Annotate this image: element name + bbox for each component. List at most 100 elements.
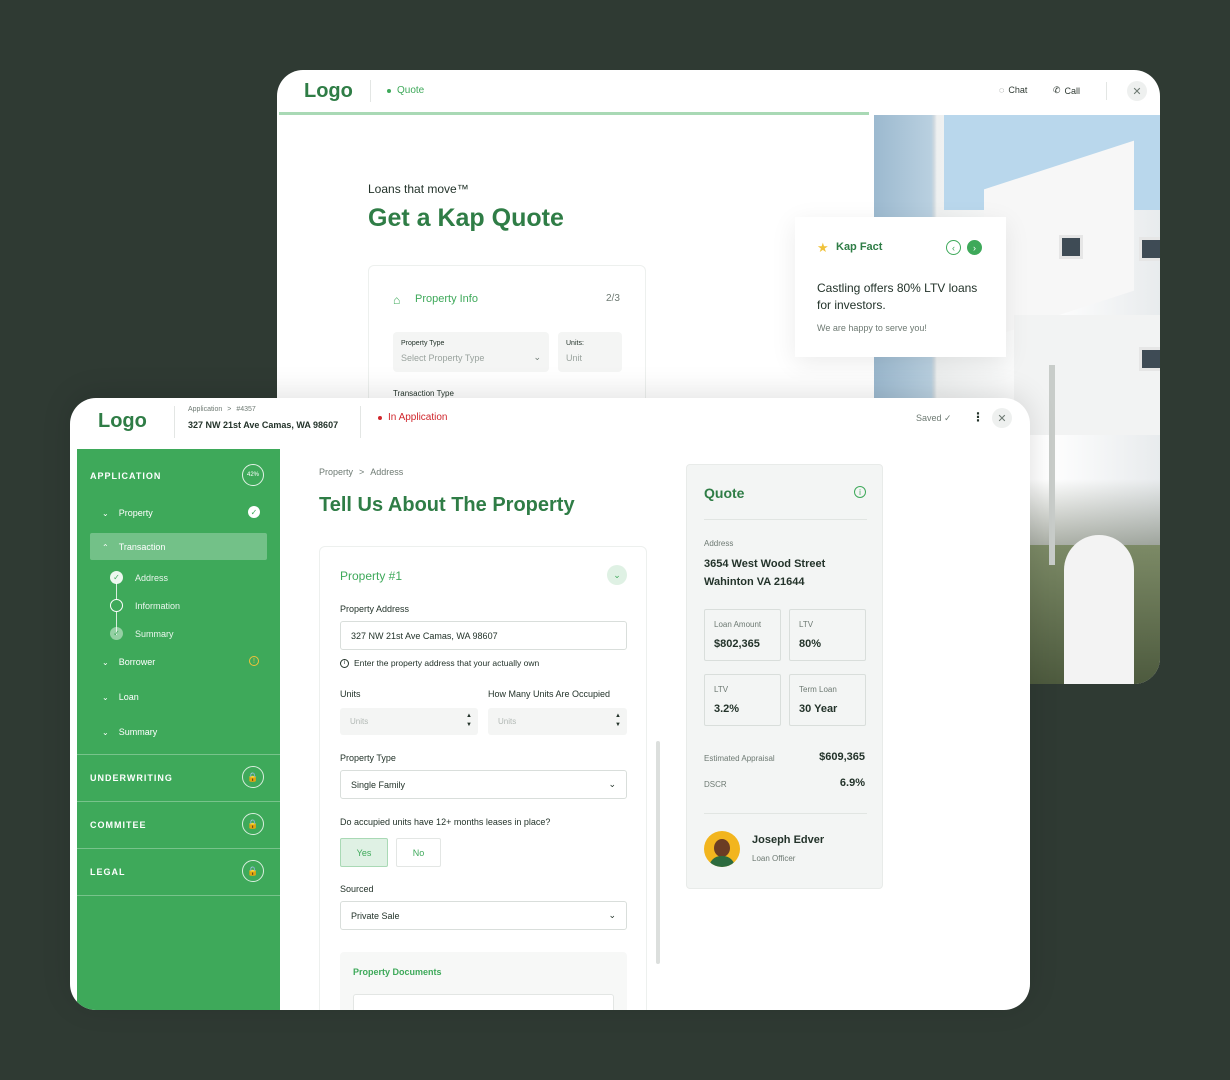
sidebar-item-label: Transaction (118, 542, 166, 552)
status-dot-icon (378, 415, 382, 420)
chevron-down-icon: ⌄ (608, 779, 616, 789)
metric-value: 3.2% (714, 703, 740, 715)
info-icon[interactable]: i (854, 486, 866, 498)
lock-icon: 🔒 (242, 860, 264, 882)
sidebar-section-legal[interactable]: LEGAL (90, 867, 126, 877)
quote-status: Quote (387, 85, 424, 96)
property-type-select[interactable]: Property Type Select Property Type ⌄ (393, 332, 549, 372)
property-type-select[interactable]: Single Family ⌄ (340, 770, 627, 799)
prev-button[interactable]: ‹ (946, 240, 961, 255)
chat-icon: ◌ (999, 85, 1005, 95)
chevron-down-icon: ⌄ (102, 657, 109, 667)
metric-ltv: LTV 80% (789, 609, 866, 661)
header-divider (370, 80, 371, 102)
metric-loan-amount: Loan Amount $802,365 (704, 609, 781, 661)
address-hint: i Enter the property address that your a… (340, 658, 539, 668)
quote-status-label: Quote (397, 85, 425, 96)
sidebar-divider (77, 801, 280, 802)
select-value: Private Sale (351, 910, 400, 921)
sidebar-subitem-address[interactable]: Address (135, 573, 168, 583)
card-title: Property Info (415, 293, 478, 305)
photo-window (1139, 237, 1160, 261)
field-label: Units (340, 689, 361, 699)
step-counter: 2/3 (606, 293, 620, 304)
address-label: Address (704, 539, 734, 548)
chat-label: Chat (1008, 85, 1028, 95)
logo[interactable]: Logo (98, 410, 147, 433)
chevron-down-icon: ⌄ (102, 692, 109, 702)
sidebar-section-application[interactable]: APPLICATION (90, 471, 161, 481)
scrollbar[interactable] (656, 741, 660, 964)
chevron-down-icon: ⌄ (613, 569, 621, 580)
yes-button[interactable]: Yes (340, 838, 388, 867)
sidebar-section-underwriting[interactable]: UNDERWRITING (90, 773, 173, 783)
sidebar-item-summary[interactable]: ⌄ Summary (102, 727, 157, 737)
lock-icon: 🔒 (242, 766, 264, 788)
call-button[interactable]: ✆ Call (1053, 85, 1080, 96)
sidebar-item-borrower[interactable]: ⌄ Borrower (102, 657, 155, 667)
sourced-select[interactable]: Private Sale ⌄ (340, 901, 627, 930)
next-button[interactable]: › (967, 240, 982, 255)
metric-label: Loan Amount (714, 620, 762, 629)
fact-body: Castling offers 80% LTV loans for invest… (817, 281, 978, 312)
sidebar-item-label: Property (118, 508, 153, 518)
property-documents: Property Documents (340, 952, 627, 1010)
loan-officer-role: Loan Officer (752, 854, 796, 863)
metric-label: LTV (799, 620, 814, 629)
units-input[interactable]: Units: Unit (558, 332, 622, 372)
hint-text: Enter the property address that your act… (354, 658, 540, 668)
close-button[interactable]: ✕ (992, 408, 1012, 428)
no-button[interactable]: No (396, 838, 441, 867)
breadcrumb: Application > #4357 (188, 406, 256, 413)
progress-badge: 42% (242, 464, 264, 486)
close-button[interactable]: ✕ (1127, 81, 1147, 101)
sidebar-item-transaction[interactable]: ⌃ Transaction (102, 542, 165, 552)
check-icon: ✓ (110, 571, 123, 584)
appraisal-label: Estimated Appraisal (704, 754, 775, 763)
metric-label: LTV (714, 685, 729, 694)
photo-window (1139, 347, 1160, 371)
step-node-icon (110, 599, 123, 612)
metric-ltv-rate: LTV 3.2% (704, 674, 781, 726)
sidebar-divider (77, 848, 280, 849)
chevron-down-icon: ⌄ (608, 910, 616, 920)
application-address: 327 NW 21st Ave Camas, WA 98607 (188, 420, 339, 430)
breadcrumb-separator: > (359, 467, 365, 477)
breadcrumb-id: #4357 (236, 406, 256, 413)
stepper-arrows-icon[interactable]: ▲ ▼ (615, 712, 621, 730)
property-address-input[interactable]: 327 NW 21st Ave Camas, WA 98607 (340, 621, 627, 650)
stepper-arrows-icon[interactable]: ▲ ▼ (466, 712, 472, 730)
chevron-left-icon: ‹ (952, 242, 955, 253)
tagline: Loans that move™ (368, 182, 469, 196)
sidebar-item-label: Borrower (118, 657, 156, 667)
document-row[interactable] (353, 994, 614, 1010)
avatar (704, 831, 740, 867)
sidebar-item-label: Loan (118, 692, 139, 702)
breadcrumb-root[interactable]: Application (188, 406, 222, 413)
occupied-units-stepper[interactable]: Units ▲ ▼ (488, 708, 627, 735)
metric-label: Term Loan (799, 685, 837, 694)
units-stepper[interactable]: Units ▲ ▼ (340, 708, 478, 735)
sidebar-subitem-information[interactable]: Information (135, 601, 180, 611)
page-title: Get a Kap Quote (368, 204, 564, 232)
field-label: Units: (566, 340, 584, 347)
header-divider (1106, 82, 1107, 100)
sidebar-subitem-summary[interactable]: Summary (135, 629, 174, 639)
more-options-button[interactable]: ⋮ (972, 410, 984, 424)
section-title: Property Documents (353, 967, 442, 977)
logo[interactable]: Logo (304, 80, 353, 103)
collapse-button[interactable]: ⌄ (607, 565, 627, 585)
warning-icon: ! (249, 656, 259, 666)
call-label: Call (1064, 85, 1081, 96)
breadcrumb-parent[interactable]: Property (319, 467, 353, 477)
application-window: Logo Application > #4357 327 NW 21st Ave… (70, 398, 1030, 1010)
sidebar-item-loan[interactable]: ⌄ Loan (102, 692, 139, 702)
chevron-down-icon: ⌄ (102, 727, 109, 737)
sidebar-section-commitee[interactable]: COMMITEE (90, 820, 147, 830)
address-line: 3654 West Wood Street (704, 558, 826, 570)
sidebar-item-property[interactable]: ⌄ Property (102, 508, 153, 518)
chevron-down-icon: ⌄ (102, 508, 109, 518)
chat-button[interactable]: ◌ Chat (999, 85, 1027, 95)
photo-window (1059, 235, 1083, 259)
field-label: Sourced (340, 884, 374, 894)
